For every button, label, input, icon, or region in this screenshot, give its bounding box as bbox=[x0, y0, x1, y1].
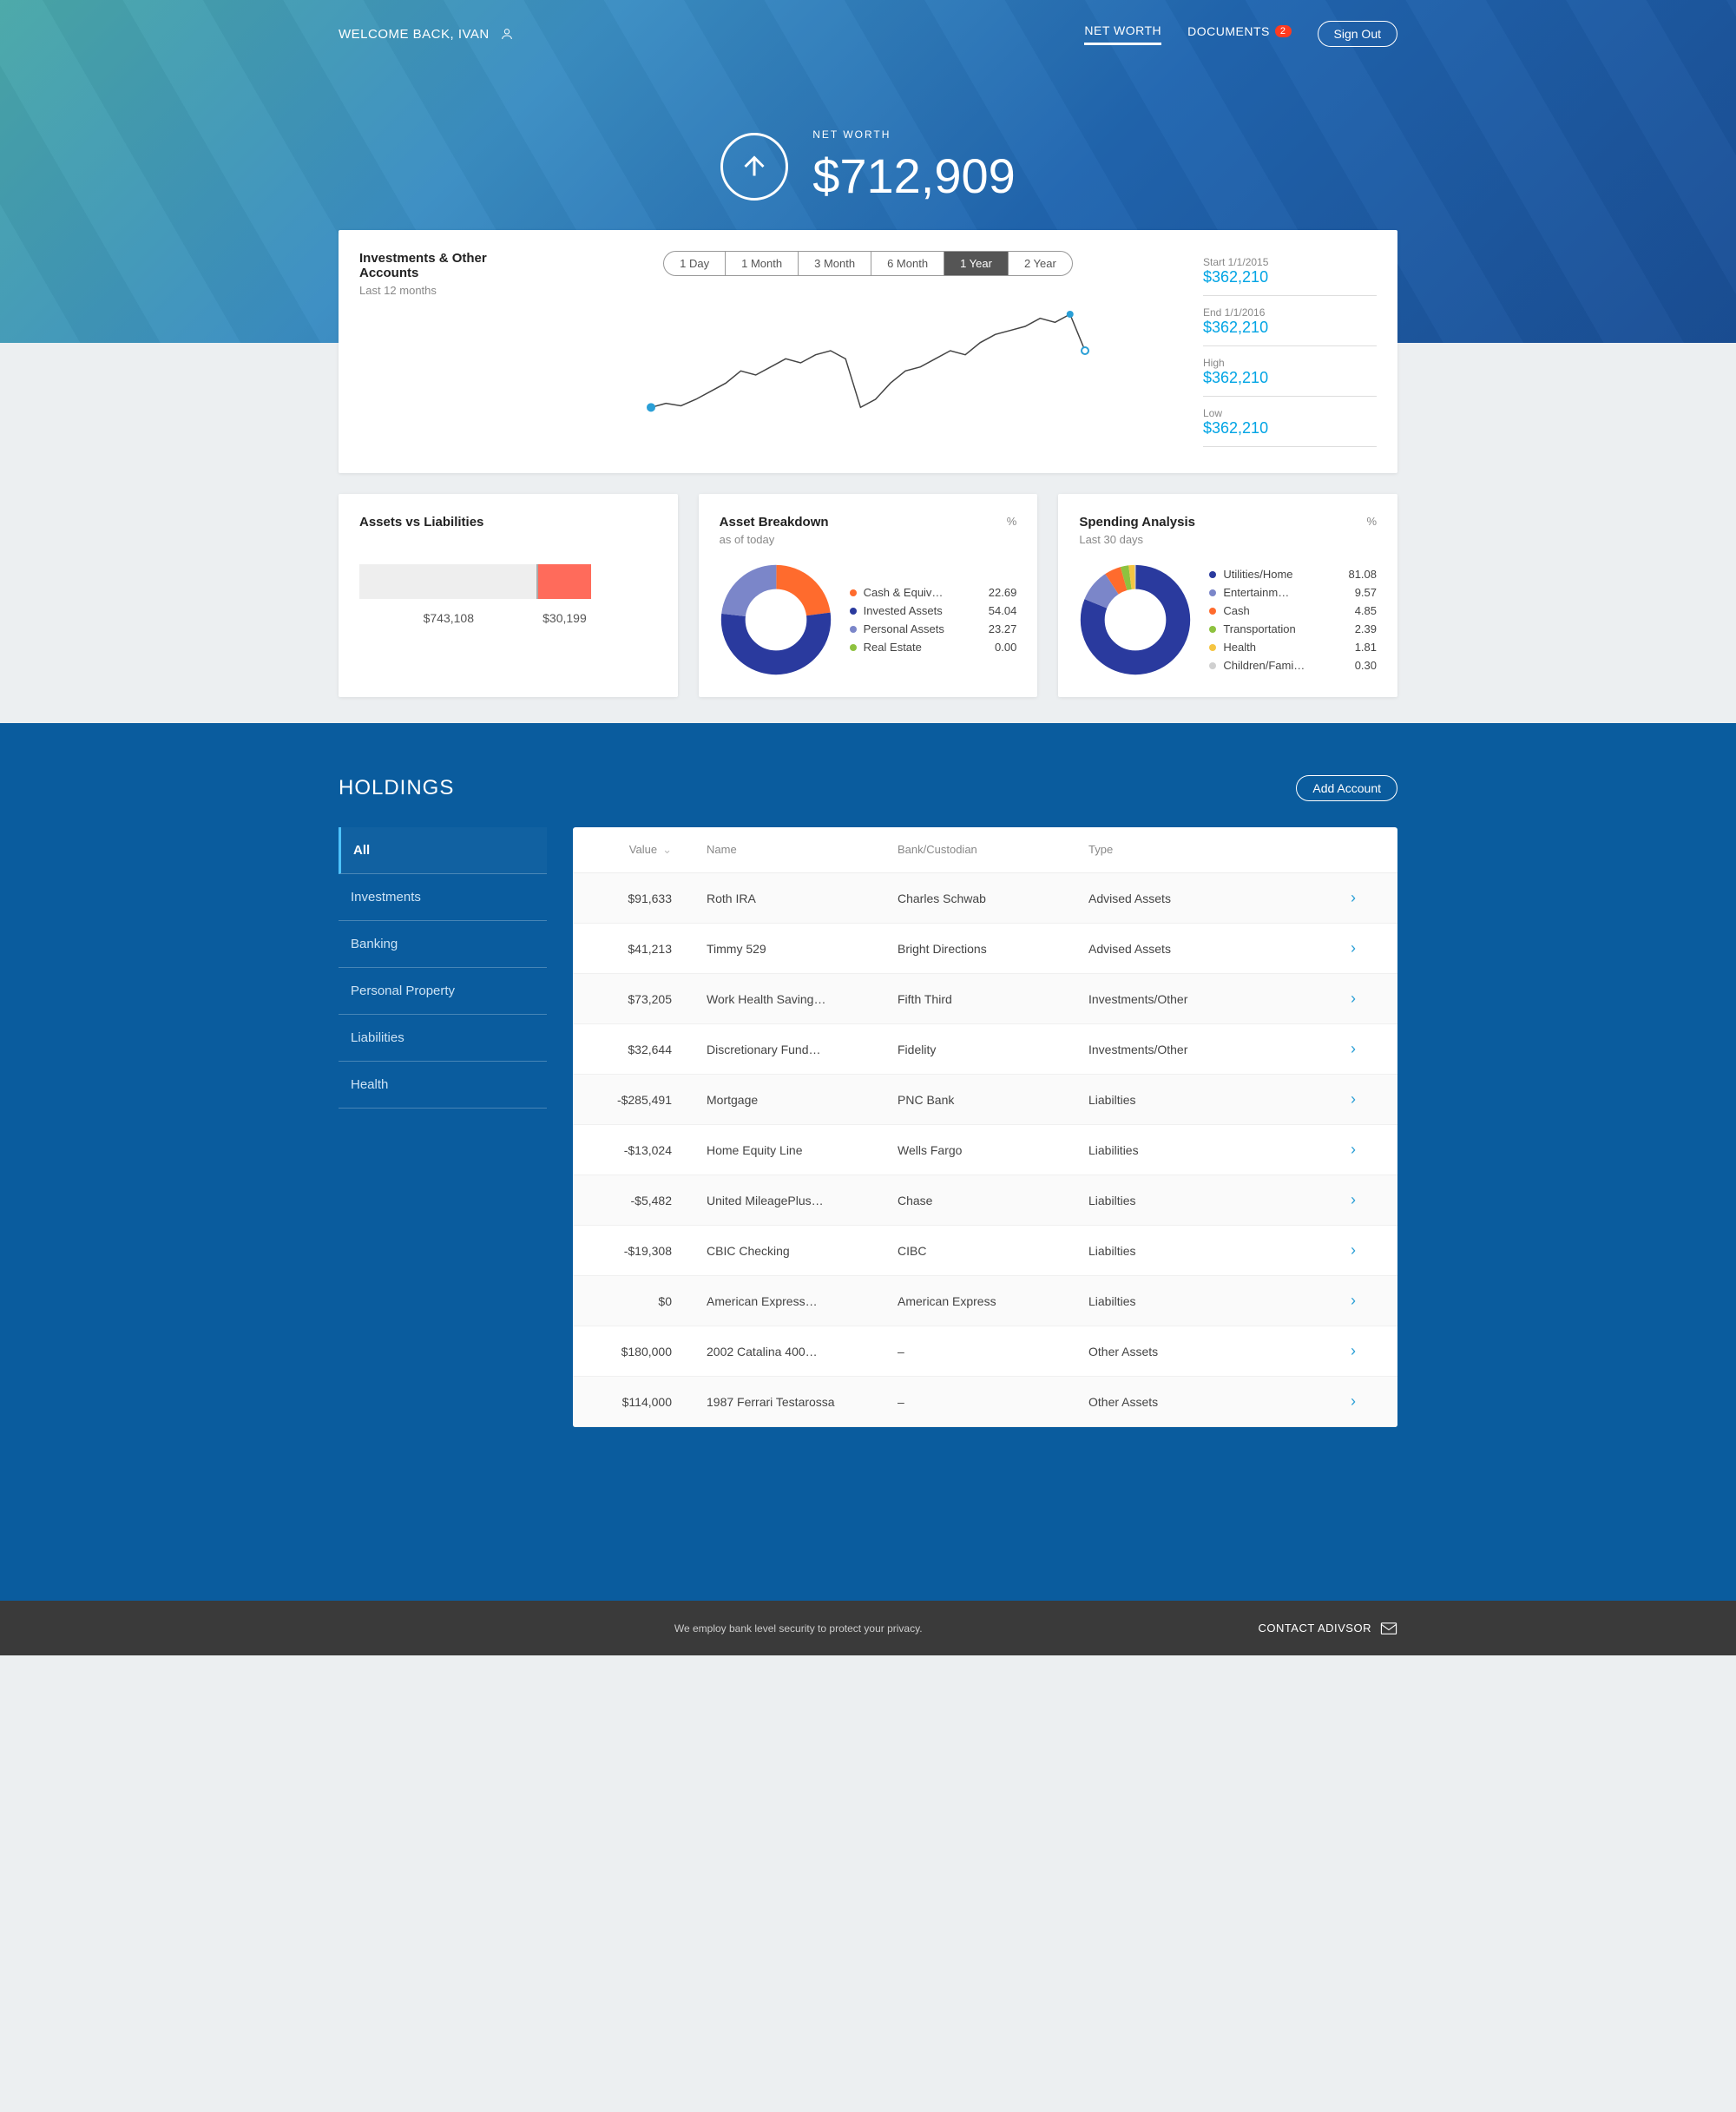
holdings-tab-liabilities[interactable]: Liabilities bbox=[339, 1015, 547, 1062]
range-tab-3month[interactable]: 3 Month bbox=[799, 252, 871, 275]
range-tab-1day[interactable]: 1 Day bbox=[664, 252, 726, 275]
stat-high-value: $362,210 bbox=[1203, 369, 1377, 387]
legend-item: Personal Assets23.27 bbox=[850, 620, 1017, 638]
welcome-text: WELCOME BACK, IVAN bbox=[339, 27, 514, 42]
table-row[interactable]: $114,0001987 Ferrari Testarossa–Other As… bbox=[573, 1377, 1397, 1427]
table-row[interactable]: $32,644Discretionary Fund…FidelityInvest… bbox=[573, 1024, 1397, 1075]
legend-item: Cash & Equiv…22.69 bbox=[850, 583, 1017, 602]
avsb-title: Assets vs Liabilities bbox=[359, 515, 657, 530]
assets-vs-liabilities-card: Assets vs Liabilities $743,108 $30,199 bbox=[339, 494, 678, 697]
table-row[interactable]: -$5,482United MileagePlus…ChaseLiabiltie… bbox=[573, 1175, 1397, 1226]
holdings-tab-personal-property[interactable]: Personal Property bbox=[339, 968, 547, 1015]
user-icon bbox=[500, 27, 514, 41]
spending-subtitle: Last 30 days bbox=[1079, 533, 1377, 546]
asset-breakdown-card: Asset Breakdown as of today % Cash & Equ… bbox=[699, 494, 1038, 697]
table-row[interactable]: $73,205Work Health Saving…Fifth ThirdInv… bbox=[573, 974, 1397, 1024]
footer-security-text: We employ bank level security to protect… bbox=[674, 1622, 923, 1635]
signout-button[interactable]: Sign Out bbox=[1318, 21, 1397, 47]
table-row[interactable]: -$285,491MortgagePNC BankLiabilties› bbox=[573, 1075, 1397, 1125]
col-name-header[interactable]: Name bbox=[707, 843, 898, 857]
range-tab-1month[interactable]: 1 Month bbox=[726, 252, 799, 275]
nav-documents[interactable]: DOCUMENTS 2 bbox=[1187, 24, 1291, 43]
range-tab-1year[interactable]: 1 Year bbox=[944, 252, 1009, 275]
networth-label: NET WORTH bbox=[812, 128, 1016, 141]
asset-breakdown-title: Asset Breakdown bbox=[720, 515, 1017, 530]
chevron-right-icon: › bbox=[1351, 1040, 1377, 1058]
table-row[interactable]: $0American Express…American ExpressLiabi… bbox=[573, 1276, 1397, 1326]
holdings-tab-investments[interactable]: Investments bbox=[339, 874, 547, 921]
legend-item: Real Estate0.00 bbox=[850, 638, 1017, 656]
networth-value: $712,909 bbox=[812, 148, 1016, 204]
stat-end-label: End 1/1/2016 bbox=[1203, 306, 1377, 319]
col-value-header[interactable]: Value⌄ bbox=[594, 843, 707, 857]
chevron-down-icon: ⌄ bbox=[662, 843, 672, 856]
legend-item: Health1.81 bbox=[1209, 638, 1377, 656]
table-header: Value⌄ Name Bank/Custodian Type bbox=[573, 827, 1397, 873]
nav-networth[interactable]: NET WORTH bbox=[1084, 23, 1161, 45]
holdings-table: Value⌄ Name Bank/Custodian Type $91,633R… bbox=[573, 827, 1397, 1427]
chevron-right-icon: › bbox=[1351, 1241, 1377, 1260]
holdings-title: HOLDINGS bbox=[339, 776, 454, 800]
stat-end-value: $362,210 bbox=[1203, 319, 1377, 337]
legend-item: Cash4.85 bbox=[1209, 602, 1377, 620]
col-type-header[interactable]: Type bbox=[1088, 843, 1351, 857]
spending-donut bbox=[1079, 563, 1192, 676]
legend-item: Transportation2.39 bbox=[1209, 620, 1377, 638]
chevron-right-icon: › bbox=[1351, 990, 1377, 1008]
legend-item: Children/Fami…0.30 bbox=[1209, 656, 1377, 674]
chevron-right-icon: › bbox=[1351, 1191, 1377, 1209]
holdings-tab-banking[interactable]: Banking bbox=[339, 921, 547, 968]
range-tab-2year[interactable]: 2 Year bbox=[1009, 252, 1072, 275]
holdings-tab-health[interactable]: Health bbox=[339, 1062, 547, 1109]
chevron-right-icon: › bbox=[1351, 1392, 1377, 1411]
chevron-right-icon: › bbox=[1351, 1342, 1377, 1360]
add-account-button[interactable]: Add Account bbox=[1296, 775, 1397, 801]
percent-label: % bbox=[1007, 515, 1017, 528]
table-row[interactable]: $41,213Timmy 529Bright DirectionsAdvised… bbox=[573, 924, 1397, 974]
avsb-assets-value: $743,108 bbox=[359, 611, 538, 625]
investments-subtitle: Last 12 months bbox=[359, 284, 533, 297]
percent-label: % bbox=[1366, 515, 1377, 528]
legend-item: Invested Assets54.04 bbox=[850, 602, 1017, 620]
welcome-label: WELCOME BACK, IVAN bbox=[339, 27, 490, 42]
stat-high-label: High bbox=[1203, 357, 1377, 369]
documents-badge: 2 bbox=[1275, 25, 1292, 37]
avsb-bar-chart bbox=[359, 564, 657, 599]
holdings-tab-all[interactable]: All bbox=[339, 827, 547, 874]
table-row[interactable]: -$19,308CBIC CheckingCIBCLiabilties› bbox=[573, 1226, 1397, 1276]
investments-title: Investments & Other Accounts bbox=[359, 251, 533, 280]
line-chart bbox=[642, 293, 1094, 432]
spending-title: Spending Analysis bbox=[1079, 515, 1377, 530]
chevron-right-icon: › bbox=[1351, 939, 1377, 957]
chevron-right-icon: › bbox=[1351, 1141, 1377, 1159]
stat-low-value: $362,210 bbox=[1203, 419, 1377, 438]
chevron-right-icon: › bbox=[1351, 1292, 1377, 1310]
table-row[interactable]: $91,633Roth IRACharles SchwabAdvised Ass… bbox=[573, 873, 1397, 924]
range-tabs: 1 Day1 Month3 Month6 Month1 Year2 Year bbox=[663, 251, 1073, 276]
table-row[interactable]: -$13,024Home Equity LineWells FargoLiabi… bbox=[573, 1125, 1397, 1175]
legend-item: Utilities/Home81.08 bbox=[1209, 565, 1377, 583]
legend-item: Entertainm…9.57 bbox=[1209, 583, 1377, 602]
chevron-right-icon: › bbox=[1351, 889, 1377, 907]
mail-icon bbox=[1380, 1622, 1397, 1635]
range-tab-6month[interactable]: 6 Month bbox=[871, 252, 944, 275]
spending-analysis-card: Spending Analysis Last 30 days % Utiliti… bbox=[1058, 494, 1397, 697]
asset-breakdown-subtitle: as of today bbox=[720, 533, 1017, 546]
chevron-right-icon: › bbox=[1351, 1090, 1377, 1109]
contact-advisor-link[interactable]: CONTACT ADIVSOR bbox=[1258, 1622, 1397, 1635]
table-row[interactable]: $180,0002002 Catalina 400…–Other Assets› bbox=[573, 1326, 1397, 1377]
col-bank-header[interactable]: Bank/Custodian bbox=[898, 843, 1088, 857]
arrow-up-icon bbox=[720, 133, 788, 201]
stat-start-value: $362,210 bbox=[1203, 268, 1377, 286]
investments-chart-card: Investments & Other Accounts Last 12 mon… bbox=[339, 230, 1397, 473]
avsb-liabilities-value: $30,199 bbox=[538, 611, 592, 625]
asset-breakdown-donut bbox=[720, 563, 832, 676]
stat-start-label: Start 1/1/2015 bbox=[1203, 256, 1377, 268]
stat-low-label: Low bbox=[1203, 407, 1377, 419]
